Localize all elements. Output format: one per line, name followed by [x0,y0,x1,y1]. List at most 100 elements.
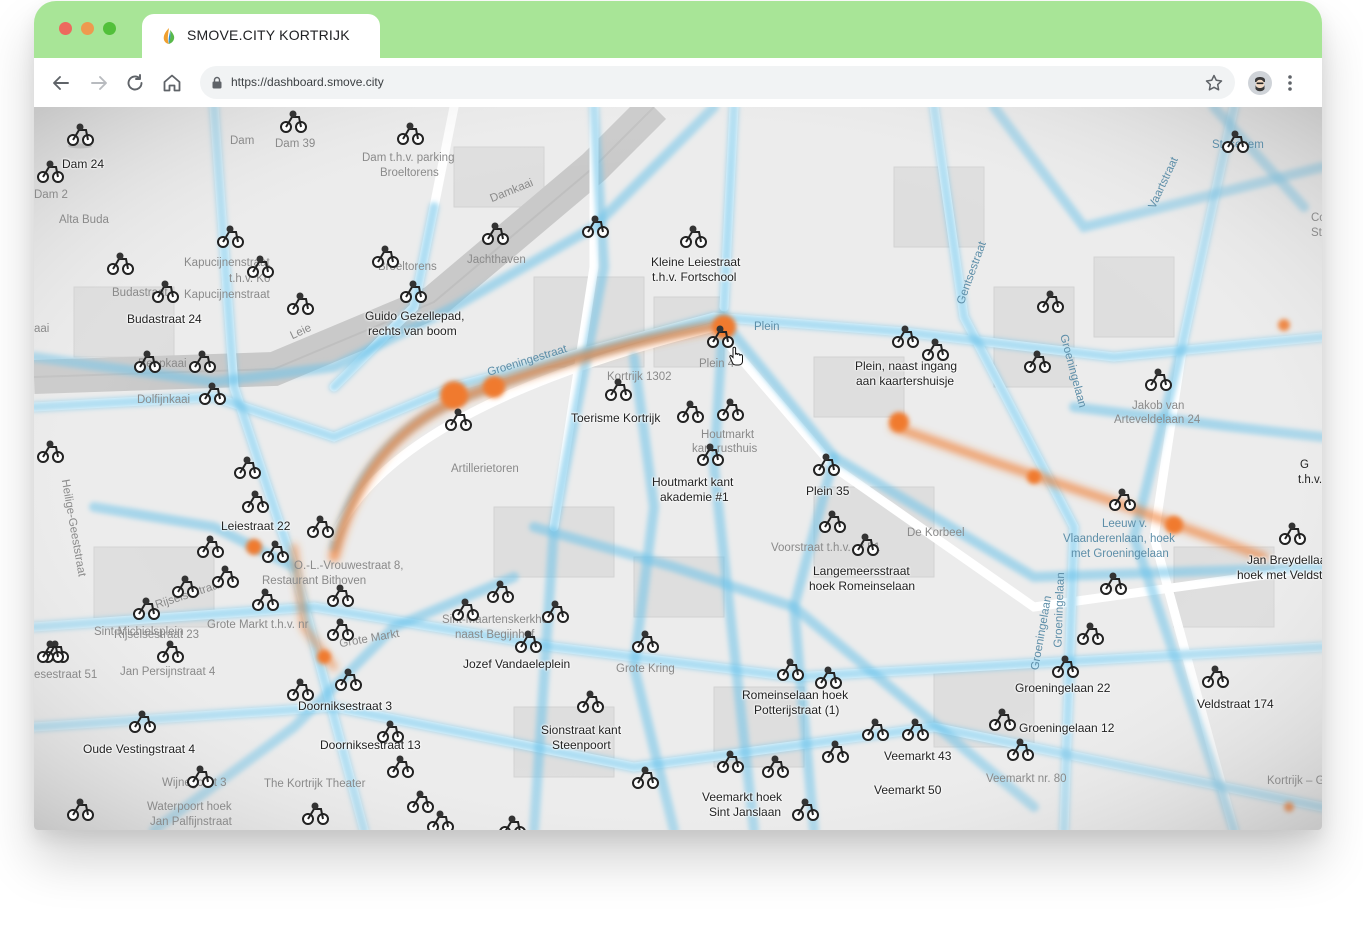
scooter-marker-icon[interactable] [244,252,276,282]
scooter-marker-icon[interactable] [479,219,511,249]
bookmark-star-icon[interactable] [1204,73,1224,93]
scooter-marker-icon[interactable] [394,119,426,149]
scooter-marker-icon[interactable] [986,705,1018,735]
scooter-marker-icon[interactable] [484,577,516,607]
scooter-marker-icon[interactable] [810,450,842,480]
scooter-marker-icon[interactable] [196,379,228,409]
street-label: The Kortrijk Theater [264,778,366,790]
scooter-marker-icon[interactable] [1097,569,1129,599]
scooter-marker-icon[interactable] [1199,662,1231,692]
scooter-marker-icon[interactable] [1219,127,1251,157]
scooter-marker-icon[interactable] [369,242,401,272]
scooter-marker-icon[interactable] [677,222,709,252]
scooter-marker-icon[interactable] [1276,519,1308,549]
scooter-marker-icon[interactable] [774,655,806,685]
scooter-marker-icon[interactable] [231,453,263,483]
scooter-marker-icon[interactable] [819,737,851,767]
back-arrow-icon[interactable] [49,71,73,95]
scooter-marker-icon[interactable] [889,322,921,352]
more-options-icon[interactable] [1284,71,1296,95]
minimize-window-button[interactable] [81,22,94,35]
street-label: Artillerietoren [451,463,519,475]
scooter-marker-icon[interactable] [259,537,291,567]
address-bar[interactable]: https://dashboard.smove.city [200,66,1235,99]
scooter-marker-icon[interactable] [209,562,241,592]
scooter-marker-icon[interactable] [1021,347,1053,377]
scooter-marker-icon[interactable] [849,530,881,560]
scooter-marker-icon[interactable] [539,597,571,627]
scooter-marker-icon[interactable] [277,107,309,137]
scooter-marker-icon[interactable] [284,675,316,705]
scooter-marker-icon[interactable] [64,795,96,825]
scooter-marker-icon[interactable] [304,512,336,542]
scooter-marker-icon[interactable] [214,222,246,252]
scooter-marker-icon[interactable] [859,715,891,745]
scooter-marker-icon[interactable] [512,627,544,657]
scooter-marker-icon[interactable] [384,752,416,782]
scooter-marker-icon[interactable] [424,807,456,830]
scooter-marker-icon[interactable] [249,585,281,615]
scooter-marker-icon[interactable] [714,747,746,777]
home-icon[interactable] [160,71,184,95]
tab-bar: SMOVE.CITY KORTRIJK [34,1,1322,58]
scooter-marker-icon[interactable] [579,212,611,242]
scooter-marker-icon[interactable] [299,799,331,829]
scooter-marker-icon[interactable] [332,665,364,695]
scooter-marker-icon[interactable] [184,762,216,792]
scooter-marker-icon[interactable] [629,627,661,657]
street-label: Leeuw v. [1102,518,1148,530]
scooter-marker-icon[interactable] [574,687,606,717]
street-label: O.-L.-Vrouwestraat 8, [294,560,404,572]
scooter-marker-icon[interactable] [126,707,158,737]
scooter-marker-icon[interactable] [496,812,528,830]
scooter-marker-icon[interactable] [694,440,726,470]
scooter-marker-icon[interactable] [629,763,661,793]
scooter-marker-icon[interactable] [154,637,186,667]
scooter-marker-icon[interactable] [759,752,791,782]
scooter-marker-icon[interactable] [324,615,356,645]
scooter-marker-icon[interactable] [34,157,66,187]
station-label: Sint Janslaan [709,805,782,819]
street-label: Jan Palfijnstraat [150,816,232,828]
scooter-marker-icon[interactable] [131,347,163,377]
scooter-marker-icon[interactable] [1106,485,1138,515]
scooter-marker-icon[interactable] [1074,619,1106,649]
scooter-marker-icon[interactable] [1049,652,1081,682]
scooter-marker-icon[interactable] [1004,735,1036,765]
scooter-marker-icon[interactable] [812,663,844,693]
scooter-marker-icon[interactable] [130,594,162,624]
scooter-marker-icon[interactable] [674,397,706,427]
scooter-marker-icon[interactable] [397,277,429,307]
scooter-marker-icon[interactable] [284,289,316,319]
scooter-marker-icon[interactable] [149,277,181,307]
scooter-marker-icon[interactable] [374,717,406,747]
close-window-button[interactable] [59,22,72,35]
scooter-marker-icon[interactable] [239,487,271,517]
maximize-window-button[interactable] [103,22,116,35]
scooter-marker-icon[interactable] [194,532,226,562]
forward-arrow-icon[interactable] [87,71,111,95]
scooter-marker-icon[interactable] [104,249,136,279]
scooter-marker-icon[interactable] [324,581,356,611]
scooter-marker-icon[interactable] [919,335,951,365]
scooter-marker-icon[interactable] [186,347,218,377]
scooter-marker-icon[interactable] [34,437,66,467]
scooter-marker-icon[interactable] [714,395,746,425]
heatmap-map[interactable]: Dam Dam 39 Dam t.h.v. parking Broeltoren… [34,107,1322,830]
browser-tab[interactable]: SMOVE.CITY KORTRIJK [142,14,380,58]
scooter-marker-icon[interactable] [899,715,931,745]
scooter-marker-icon[interactable] [1142,365,1174,395]
scooter-marker-icon[interactable] [34,637,66,667]
scooter-marker-icon[interactable] [442,405,474,435]
scooter-marker-icon[interactable] [789,795,821,825]
browser-window: SMOVE.CITY KORTRIJK https://dashboard.sm… [34,1,1322,830]
scooter-marker-icon[interactable] [816,507,848,537]
reload-icon[interactable] [123,71,147,95]
scooter-marker-icon[interactable] [449,595,481,625]
scooter-marker-icon[interactable] [602,375,634,405]
scooter-marker-icon[interactable] [169,572,201,602]
profile-avatar[interactable] [1248,71,1272,95]
station-label: Groeningelaan 22 [1015,681,1111,695]
scooter-marker-icon[interactable] [1034,287,1066,317]
scooter-marker-icon[interactable] [64,120,96,150]
